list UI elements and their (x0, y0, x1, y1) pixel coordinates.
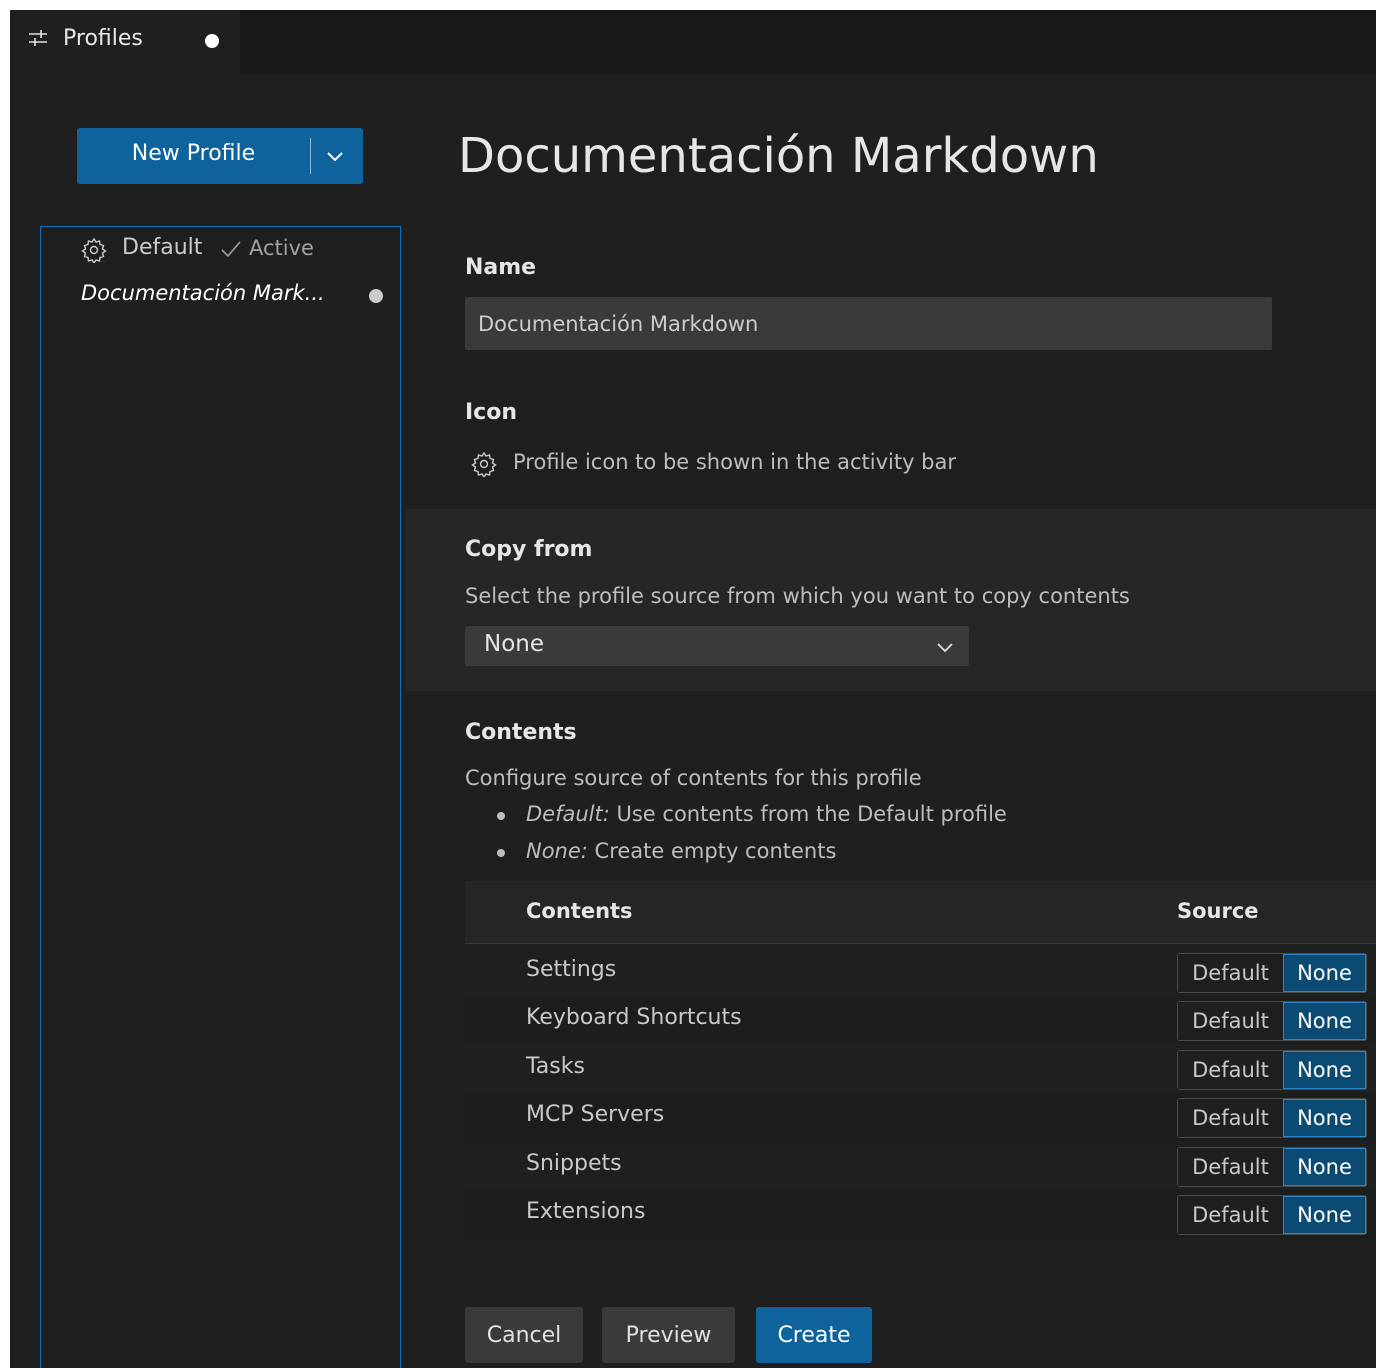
source-option-none[interactable]: None (1283, 1099, 1366, 1138)
source-toggle: Default None (1177, 1195, 1367, 1235)
gear-icon[interactable] (471, 451, 497, 477)
tab-bar: Profiles (10, 10, 1376, 74)
profile-item-default[interactable]: Default Active (41, 229, 400, 273)
source-toggle: Default None (1177, 953, 1367, 993)
contents-label: Contents (465, 720, 577, 745)
icon-label: Icon (465, 400, 518, 425)
tab-profiles[interactable]: Profiles (10, 10, 240, 74)
source-option-none[interactable]: None (1283, 1196, 1366, 1234)
table-row: Snippets Default None (465, 1141, 1376, 1190)
select-value: None (484, 631, 545, 657)
row-label: Extensions (526, 1199, 646, 1224)
chevron-down-icon (937, 643, 953, 653)
bullet-none: None: Create empty contents (526, 839, 836, 863)
column-header-source: Source (1177, 899, 1259, 923)
profiles-editor: Profiles New Profile Default Active Docu… (10, 10, 1376, 1368)
table-row: Keyboard Shortcuts Default None (465, 996, 1376, 1045)
name-label: Name (465, 255, 537, 280)
column-header-contents: Contents (526, 899, 633, 923)
table-row: Settings Default None (465, 948, 1376, 996)
row-label: MCP Servers (526, 1102, 665, 1128)
row-label: Tasks (526, 1053, 585, 1079)
tab-label: Profiles (63, 26, 143, 51)
preview-button[interactable]: Preview (602, 1307, 735, 1363)
new-profile-label: New Profile (131, 141, 256, 166)
dirty-indicator-icon (205, 34, 219, 48)
check-icon (221, 241, 241, 258)
contents-table-header: Contents Source (465, 881, 1376, 944)
source-toggle: Default None (1177, 1049, 1367, 1090)
source-option-default[interactable]: Default (1178, 1196, 1283, 1234)
bullet-default: Default: Use contents from the Default p… (526, 802, 1007, 826)
copy-from-select[interactable]: None (465, 626, 969, 666)
name-input[interactable] (465, 297, 1272, 350)
copy-from-label: Copy from (465, 537, 593, 562)
source-option-default[interactable]: Default (1178, 954, 1283, 992)
copy-from-description: Select the profile source from which you… (465, 584, 1130, 608)
source-option-none[interactable]: None (1283, 1002, 1366, 1041)
profile-item-label: Documentación Mark... (81, 281, 325, 305)
create-button[interactable]: Create (756, 1307, 872, 1363)
table-row: MCP Servers Default None (465, 1093, 1376, 1142)
contents-description: Configure source of contents for this pr… (465, 766, 922, 790)
row-label: Keyboard Shortcuts (526, 1005, 742, 1031)
bullet-text: Create empty contents (587, 839, 837, 863)
bullet-icon (497, 849, 505, 857)
chevron-down-icon[interactable] (323, 144, 347, 168)
gear-icon (81, 237, 107, 263)
new-profile-button[interactable]: New Profile (77, 128, 363, 184)
source-toggle: Default None (1177, 1098, 1367, 1139)
source-option-none[interactable]: None (1283, 1050, 1366, 1089)
source-option-default[interactable]: Default (1178, 1099, 1283, 1138)
source-toggle: Default None (1177, 1146, 1367, 1187)
active-badge: Active (249, 236, 314, 260)
bullet-text: Use contents from the Default profile (609, 802, 1007, 826)
profile-item-documentacion[interactable]: Documentación Mark... (41, 275, 400, 319)
source-option-none[interactable]: None (1283, 1147, 1366, 1186)
sliders-icon (29, 30, 47, 46)
bullet-icon (497, 812, 505, 820)
source-option-none[interactable]: None (1283, 954, 1366, 992)
row-label: Settings (526, 957, 617, 982)
table-row: Tasks Default None (465, 1044, 1376, 1093)
dirty-indicator-icon (369, 289, 383, 303)
profile-list: Default Active Documentación Mark... (40, 226, 401, 1368)
bullet-term: None: (526, 839, 588, 863)
cancel-button[interactable]: Cancel (465, 1307, 583, 1363)
source-option-default[interactable]: Default (1178, 1002, 1283, 1041)
source-option-default[interactable]: Default (1178, 1050, 1283, 1089)
icon-description: Profile icon to be shown in the activity… (513, 450, 956, 474)
source-option-default[interactable]: Default (1178, 1147, 1283, 1186)
row-label: Snippets (526, 1150, 622, 1176)
profile-item-label: Default (122, 235, 203, 260)
table-row: Extensions Default None (465, 1190, 1376, 1238)
page-title: Documentación Markdown (458, 128, 1099, 184)
source-toggle: Default None (1177, 1001, 1367, 1042)
button-separator (310, 138, 311, 174)
bullet-term: Default: (526, 802, 610, 826)
